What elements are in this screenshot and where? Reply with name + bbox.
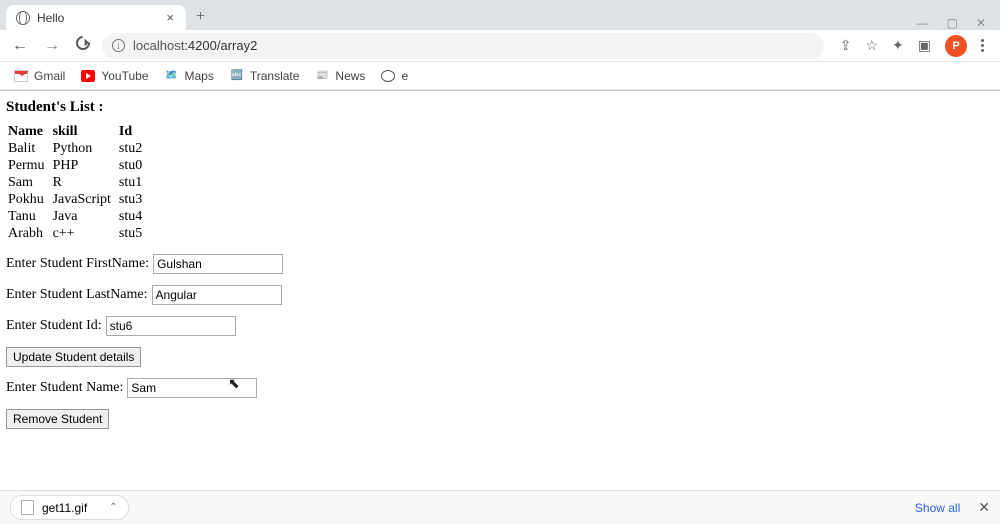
profile-avatar[interactable]: P xyxy=(945,35,967,57)
reload-button[interactable] xyxy=(72,34,94,57)
bookmark-translate[interactable]: 🔤 Translate xyxy=(230,69,300,83)
close-shelf-icon[interactable]: ✕ xyxy=(978,499,990,516)
table-row: SamRstu1 xyxy=(6,175,148,192)
col-id: Id xyxy=(117,124,148,141)
close-window-icon[interactable]: ✕ xyxy=(976,16,986,30)
col-name: Name xyxy=(6,124,51,141)
id-row: Enter Student Id: xyxy=(6,316,994,336)
lastname-row: Enter Student LastName: xyxy=(6,285,994,305)
table-row: PermuPHPstu0 xyxy=(6,158,148,175)
remove-button[interactable]: Remove Student xyxy=(6,409,109,429)
maximize-icon[interactable]: ▢ xyxy=(947,16,958,30)
bookmark-label: News xyxy=(335,69,365,83)
bookmark-label: YouTube xyxy=(101,69,148,83)
chevron-up-icon[interactable]: ⌃ xyxy=(109,502,117,513)
site-info-icon[interactable]: i xyxy=(112,39,125,52)
tab-bar: Hello × + — ▢ ✕ xyxy=(0,0,1000,30)
bookmark-label: Maps xyxy=(185,69,214,83)
bookmark-label: Translate xyxy=(250,69,300,83)
forward-button[interactable]: → xyxy=(40,35,64,57)
bookmark-youtube[interactable]: YouTube xyxy=(81,69,148,83)
new-tab-button[interactable]: + xyxy=(186,4,215,30)
close-icon[interactable]: × xyxy=(162,10,178,25)
bookmark-e[interactable]: e xyxy=(381,69,408,83)
table-row: Arabhc++stu5 xyxy=(6,226,148,243)
bookmark-gmail[interactable]: Gmail xyxy=(14,69,65,83)
browser-chrome: Hello × + — ▢ ✕ ← → i localhost:4200/arr… xyxy=(0,0,1000,91)
page-content: Student's List : Name skill Id BalitPyth… xyxy=(0,91,1000,437)
firstname-input[interactable] xyxy=(153,254,283,274)
remove-name-input[interactable] xyxy=(127,378,257,398)
url-field[interactable]: i localhost:4200/array2 xyxy=(102,33,824,59)
remove-name-label: Enter Student Name: xyxy=(6,380,123,396)
window-controls: — ▢ ✕ xyxy=(917,16,1000,30)
youtube-icon xyxy=(81,70,95,82)
gmail-icon xyxy=(14,70,28,82)
address-bar: ← → i localhost:4200/array2 ⇪ ☆ ✦ ▣ P xyxy=(0,30,1000,62)
news-icon: 📰 xyxy=(315,70,329,82)
lastname-label: Enter Student LastName: xyxy=(6,287,148,303)
bookmark-label: Gmail xyxy=(34,69,65,83)
translate-icon: 🔤 xyxy=(230,70,244,82)
col-skill: skill xyxy=(51,124,117,141)
table-row: BalitPythonstu2 xyxy=(6,141,148,158)
bookmark-news[interactable]: 📰 News xyxy=(315,69,365,83)
page-heading: Student's List : xyxy=(6,99,994,116)
lastname-input[interactable] xyxy=(152,285,282,305)
back-button[interactable]: ← xyxy=(8,35,32,57)
download-item[interactable]: get11.gif ⌃ xyxy=(10,495,129,520)
panel-icon[interactable]: ▣ xyxy=(918,37,931,54)
toolbar-icons: ⇪ ☆ ✦ ▣ P xyxy=(832,35,992,57)
firstname-label: Enter Student FirstName: xyxy=(6,256,149,272)
bookmark-star-icon[interactable]: ☆ xyxy=(865,37,878,54)
bookmarks-bar: Gmail YouTube 🗺️ Maps 🔤 Translate 📰 News e xyxy=(0,62,1000,90)
firstname-row: Enter Student FirstName: xyxy=(6,254,994,274)
download-filename: get11.gif xyxy=(42,501,87,515)
browser-tab[interactable]: Hello × xyxy=(6,5,186,30)
share-icon[interactable]: ⇪ xyxy=(840,37,852,54)
globe-small-icon xyxy=(381,70,395,82)
show-all-link[interactable]: Show all xyxy=(915,501,960,515)
id-input[interactable] xyxy=(106,316,236,336)
bookmark-maps[interactable]: 🗺️ Maps xyxy=(165,69,214,83)
file-icon xyxy=(21,500,34,515)
url-text: localhost:4200/array2 xyxy=(133,38,257,53)
update-button[interactable]: Update Student details xyxy=(6,347,141,367)
id-label: Enter Student Id: xyxy=(6,318,102,334)
reload-icon xyxy=(73,33,93,53)
download-shelf: get11.gif ⌃ Show all ✕ xyxy=(0,490,1000,524)
remove-name-row: Enter Student Name: xyxy=(6,378,994,398)
globe-icon xyxy=(16,11,30,25)
table-row: PokhuJavaScriptstu3 xyxy=(6,192,148,209)
maps-icon: 🗺️ xyxy=(165,70,179,82)
tab-title: Hello xyxy=(37,11,162,25)
table-row: TanuJavastu4 xyxy=(6,209,148,226)
extensions-icon[interactable]: ✦ xyxy=(892,37,904,54)
bookmark-label: e xyxy=(401,69,408,83)
students-table: Name skill Id BalitPythonstu2 PermuPHPst… xyxy=(6,124,148,243)
menu-icon[interactable] xyxy=(981,39,984,52)
minimize-icon[interactable]: — xyxy=(917,16,929,30)
